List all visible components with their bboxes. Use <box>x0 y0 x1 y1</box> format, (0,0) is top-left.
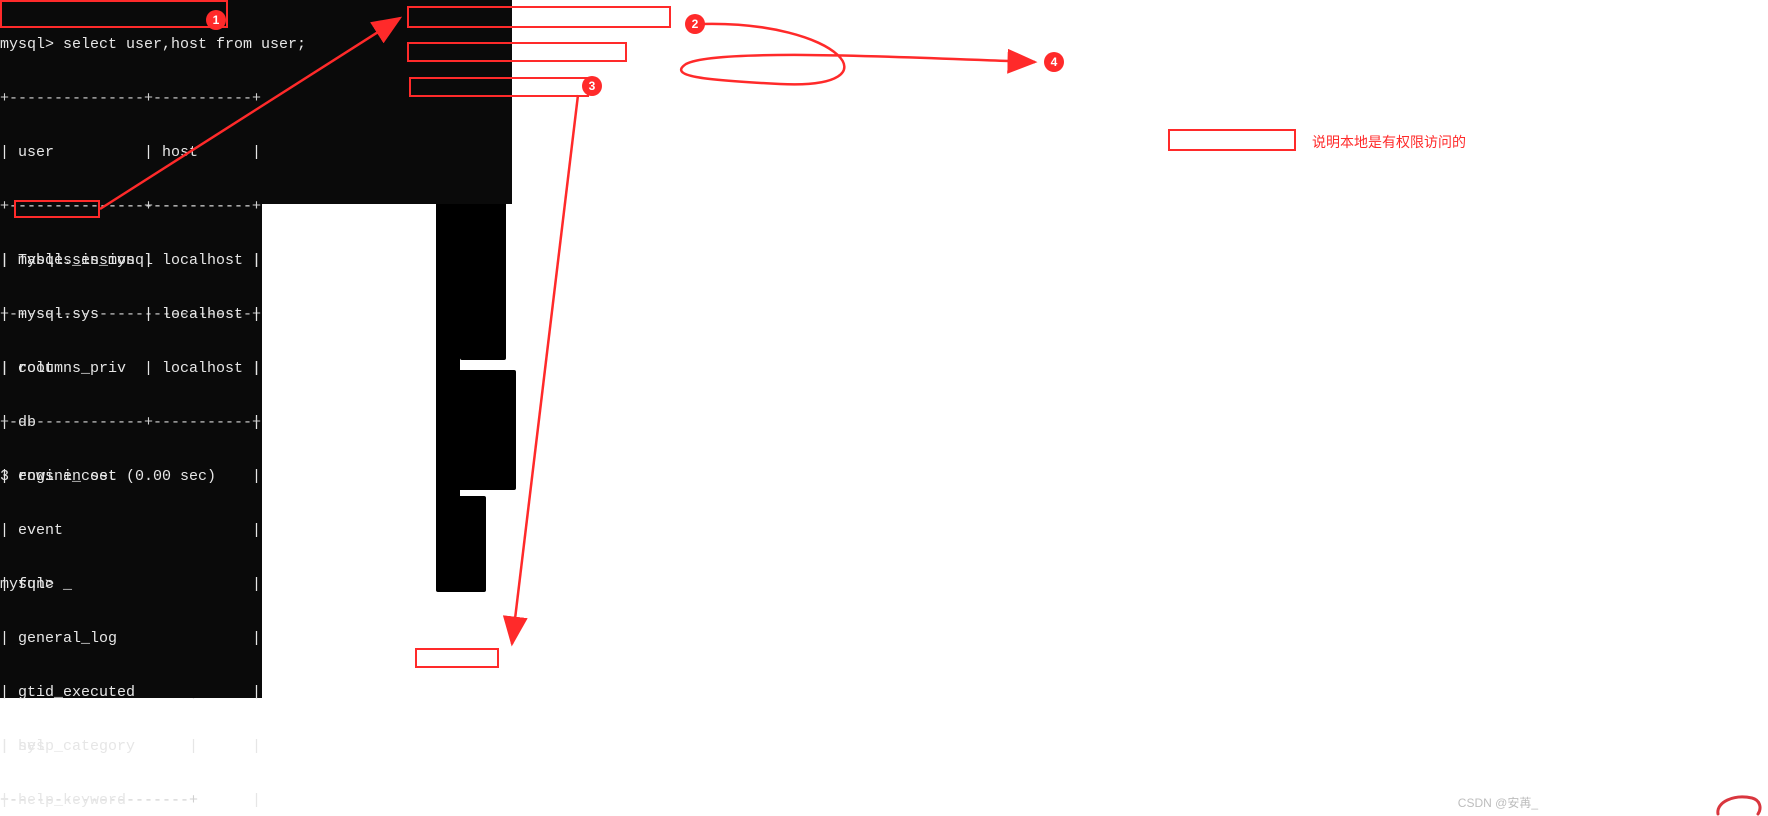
table-row: | mysql.sys | localhost | <box>0 306 512 324</box>
step-badge-4: 4 <box>1044 52 1064 72</box>
arrow-3-to-user <box>512 95 578 644</box>
highlight-box-user-table <box>415 648 499 668</box>
separator: +---------------+-----------+ <box>0 198 512 216</box>
table-row: | root | localhost | <box>0 360 512 378</box>
separator: +---------------+-----------+ <box>0 90 512 108</box>
separator: +---------------+-----------+ <box>0 414 512 432</box>
blank-line <box>0 522 512 540</box>
step-badge-2: 2 <box>685 14 705 34</box>
mysql-prompt: mysql> <box>0 36 63 53</box>
arrow-2-to-4 <box>681 24 1035 85</box>
list-item: | general_log | <box>0 630 262 648</box>
table-row: | mysql.session | localhost | <box>0 252 512 270</box>
list-item: | help_category | <box>0 738 262 756</box>
annotation-localhost: 说明本地是有权限访问的 <box>1312 134 1466 150</box>
cmd-select-user: select user,host from user; <box>63 36 306 53</box>
terminal-select-user: mysql> select user,host from user; +----… <box>0 0 512 204</box>
table-header: | user | host | <box>0 144 512 162</box>
step-badge-3: 3 <box>582 76 602 96</box>
highlight-box-localhost <box>1168 129 1296 151</box>
result-footer: 3 rows in set (0.00 sec) <box>0 468 512 486</box>
list-item: | gtid_executed | <box>0 684 262 702</box>
mysql-prompt-next: mysql> _ <box>0 576 512 594</box>
csdn-logo-icon <box>1714 792 1762 816</box>
list-item: | help_keyword | <box>0 792 262 810</box>
watermark-text: CSDN @安苒_ <box>1458 796 1538 810</box>
